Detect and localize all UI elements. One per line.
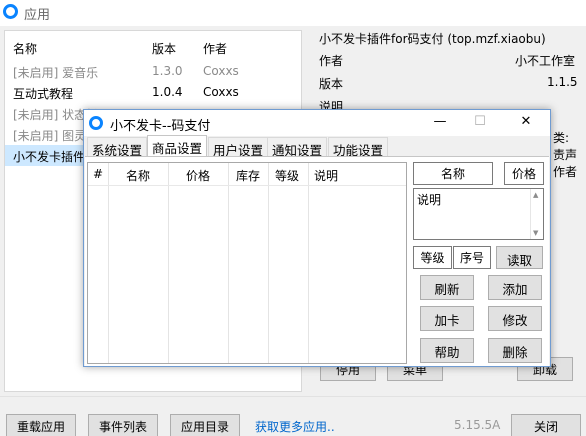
- header-divider: [88, 185, 406, 186]
- maximize-icon[interactable]: ☐: [470, 114, 490, 132]
- author-label: 作者: [319, 54, 344, 68]
- column-separator: [268, 163, 269, 363]
- app-version: 5.15.5A: [454, 418, 501, 432]
- plugin-author: Coxxs: [203, 85, 239, 99]
- column-separator: [168, 163, 169, 363]
- product-table[interactable]: # 名称 价格 库存 等级 说明: [87, 162, 407, 364]
- author-value: 小不工作室: [515, 54, 576, 68]
- plugin-name: [未启用] 图灵: [13, 129, 87, 143]
- dialog-title: 小不发卡--码支付: [110, 119, 211, 134]
- price-field[interactable]: 价格: [504, 162, 544, 185]
- column-header-index[interactable]: #: [93, 167, 103, 181]
- version-label: 版本: [319, 77, 344, 91]
- app-logo-icon: [89, 116, 103, 130]
- app-dir-button[interactable]: 应用目录: [170, 414, 240, 436]
- column-header-name[interactable]: 名称: [13, 40, 37, 57]
- main-titlebar: 应用: [0, 0, 586, 26]
- column-header-price[interactable]: 价格: [186, 167, 210, 184]
- list-item[interactable]: 互动式教程 1.0.4 Coxxs: [5, 82, 301, 103]
- column-header-description[interactable]: 说明: [314, 167, 338, 184]
- permission-label: 类:: [553, 131, 570, 145]
- plugin-version: 1.3.0: [152, 64, 183, 78]
- tab-user-settings[interactable]: 用户设置: [208, 137, 269, 158]
- permission-text: 责声: [553, 148, 578, 162]
- minimize-icon[interactable]: —: [430, 114, 450, 132]
- plugin-name: 互动式教程: [13, 87, 74, 101]
- column-separator: [228, 163, 229, 363]
- more-apps-link[interactable]: 获取更多应用..: [255, 418, 335, 435]
- add-button[interactable]: 添加: [488, 275, 542, 300]
- column-header-stock[interactable]: 库存: [236, 167, 260, 184]
- scroll-down-icon[interactable]: ▼: [533, 229, 538, 237]
- window-title: 应用: [24, 8, 51, 23]
- app-logo-icon: [3, 4, 18, 19]
- read-button[interactable]: 读取: [496, 246, 543, 269]
- add-card-button[interactable]: 加卡: [420, 306, 474, 331]
- events-button[interactable]: 事件列表: [88, 414, 158, 436]
- list-item[interactable]: [未启用] 爱音乐 1.3.0 Coxxs: [5, 61, 301, 82]
- plugin-name: 小不发卡插件: [13, 150, 86, 164]
- serial-field[interactable]: 序号: [453, 246, 491, 269]
- column-header-author[interactable]: 作者: [203, 40, 227, 57]
- close-icon[interactable]: ✕: [516, 114, 536, 132]
- tab-feature-settings[interactable]: 功能设置: [328, 137, 389, 158]
- description-scrollbar[interactable]: ▲ ▼: [530, 189, 543, 239]
- tab-panel: # 名称 价格 库存 等级 说明 名称 价格 说明 ▲ ▼ 等级 序号 读取 刷…: [85, 156, 549, 366]
- column-separator: [108, 163, 109, 363]
- reload-button[interactable]: 重载应用: [6, 414, 76, 436]
- tab-notify-settings[interactable]: 通知设置: [267, 137, 328, 158]
- description-textarea[interactable]: 说明 ▲ ▼: [413, 188, 544, 240]
- column-separator: [308, 163, 309, 363]
- modify-button[interactable]: 修改: [488, 306, 542, 331]
- divider: [0, 396, 586, 397]
- tab-system-settings[interactable]: 系统设置: [87, 137, 148, 158]
- plugin-author: Coxxs: [203, 64, 239, 78]
- description-text: 说明: [417, 193, 442, 207]
- permission-text: 作者: [553, 165, 578, 179]
- plugin-name: [未启用] 爱音乐: [13, 66, 99, 80]
- plugin-version: 1.0.4: [152, 85, 183, 99]
- tab-product-settings[interactable]: 商品设置: [147, 135, 208, 157]
- plugin-detail-title: 小不发卡插件for码支付 (top.mzf.xiaobu): [319, 32, 546, 46]
- scroll-up-icon[interactable]: ▲: [533, 191, 538, 199]
- level-field[interactable]: 等级: [413, 246, 452, 269]
- column-header-level[interactable]: 等级: [275, 167, 299, 184]
- close-button[interactable]: 关闭: [511, 414, 581, 436]
- help-button[interactable]: 帮助: [420, 338, 474, 363]
- version-value: 1.1.5: [547, 75, 578, 89]
- column-header-version[interactable]: 版本: [152, 40, 176, 57]
- settings-dialog: 小不发卡--码支付 — ☐ ✕ 系统设置 商品设置 用户设置 通知设置 功能设置…: [83, 109, 551, 367]
- name-field[interactable]: 名称: [413, 162, 493, 185]
- dialog-titlebar[interactable]: 小不发卡--码支付 — ☐ ✕: [84, 110, 550, 136]
- column-header-name[interactable]: 名称: [126, 167, 150, 184]
- refresh-button[interactable]: 刷新: [420, 275, 474, 300]
- delete-button[interactable]: 删除: [488, 338, 542, 363]
